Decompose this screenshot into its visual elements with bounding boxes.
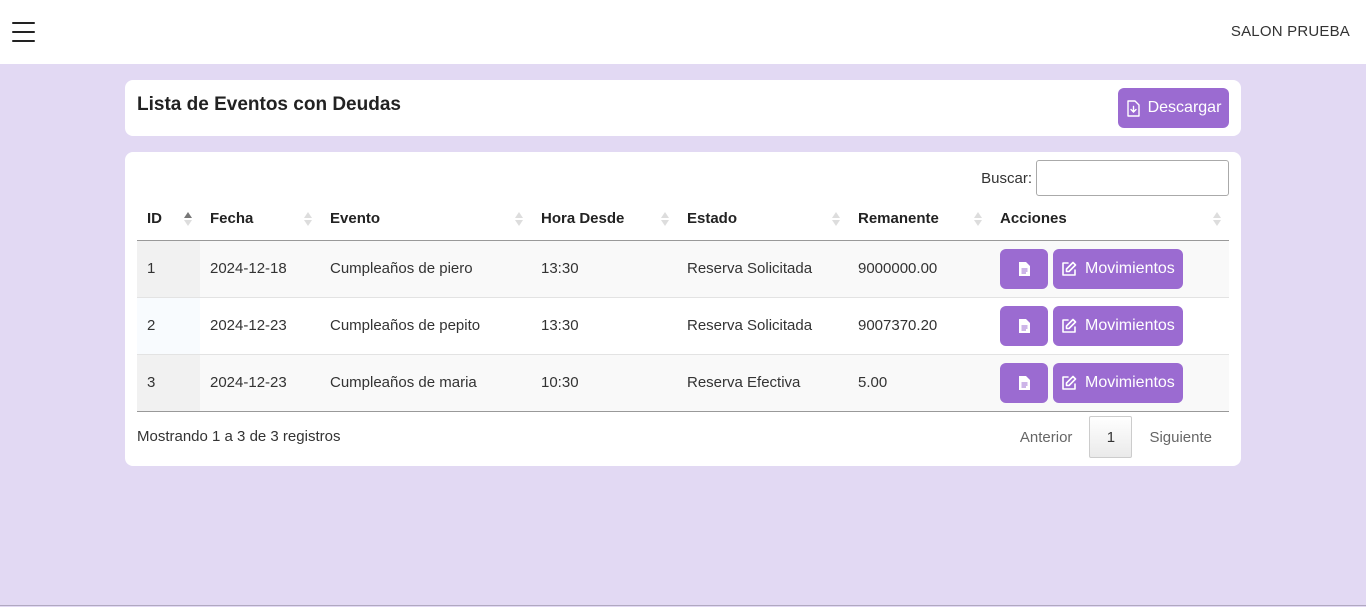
previous-page-link[interactable]: Anterior bbox=[1003, 429, 1090, 446]
movimientos-button[interactable]: Movimientos bbox=[1053, 305, 1183, 346]
cell-actions: Movimientos bbox=[990, 354, 1229, 412]
table-info: Mostrando 1 a 3 de 3 registros bbox=[137, 428, 341, 445]
file-download-icon bbox=[1126, 99, 1140, 117]
events-table: ID Fecha Evento Hora Desde Estado Remane… bbox=[137, 198, 1229, 412]
edit-icon bbox=[1062, 318, 1077, 333]
document-button[interactable] bbox=[1000, 305, 1048, 346]
movimientos-label: Movimientos bbox=[1085, 316, 1175, 334]
sort-icon bbox=[974, 212, 982, 226]
cell-estado: Reserva Solicitada bbox=[677, 240, 848, 298]
cell-estado: Reserva Efectiva bbox=[677, 354, 848, 412]
cell-remanente: 5.00 bbox=[848, 354, 990, 412]
cell-id: 2 bbox=[137, 297, 200, 355]
sort-icon bbox=[661, 212, 669, 226]
document-icon bbox=[1019, 318, 1030, 333]
cell-fecha: 2024-12-23 bbox=[200, 297, 320, 355]
cell-estado: Reserva Solicitada bbox=[677, 297, 848, 355]
top-navbar: SALON PRUEBA bbox=[0, 0, 1366, 64]
pagination: Anterior 1 Siguiente bbox=[1003, 416, 1229, 458]
column-header-remanente[interactable]: Remanente bbox=[848, 198, 990, 241]
column-header-id[interactable]: ID bbox=[137, 198, 200, 241]
sort-icon bbox=[1213, 212, 1221, 226]
cell-actions: Movimientos bbox=[990, 240, 1229, 298]
column-header-acciones[interactable]: Acciones bbox=[990, 198, 1229, 241]
bottom-divider bbox=[0, 605, 1366, 606]
title-card: Lista de Eventos con Deudas Descargar bbox=[125, 80, 1241, 136]
page-1-button[interactable]: 1 bbox=[1089, 416, 1133, 458]
download-label: Descargar bbox=[1147, 99, 1222, 116]
search-input[interactable] bbox=[1036, 160, 1229, 196]
sort-asc-icon bbox=[184, 212, 192, 226]
sort-icon bbox=[832, 212, 840, 226]
movimientos-button[interactable]: Movimientos bbox=[1053, 248, 1183, 289]
cell-fecha: 2024-12-23 bbox=[200, 354, 320, 412]
table-row: 2 2024-12-23 Cumpleaños de pepito 13:30 … bbox=[137, 297, 1229, 355]
cell-id: 3 bbox=[137, 354, 200, 412]
search-label: Buscar: bbox=[981, 169, 1032, 187]
document-button[interactable] bbox=[1000, 362, 1048, 403]
table-row: 1 2024-12-18 Cumpleaños de piero 13:30 R… bbox=[137, 240, 1229, 298]
table-card: Buscar: ID Fecha Evento Hora Desde Estad… bbox=[125, 152, 1241, 466]
movimientos-button[interactable]: Movimientos bbox=[1053, 362, 1183, 403]
cell-hora: 10:30 bbox=[531, 354, 677, 412]
cell-evento: Cumpleaños de pepito bbox=[320, 297, 531, 355]
movimientos-label: Movimientos bbox=[1085, 373, 1175, 391]
cell-hora: 13:30 bbox=[531, 240, 677, 298]
brand-name: SALON PRUEBA bbox=[1230, 23, 1350, 40]
edit-icon bbox=[1062, 261, 1077, 276]
document-icon bbox=[1019, 375, 1030, 390]
cell-evento: Cumpleaños de piero bbox=[320, 240, 531, 298]
cell-fecha: 2024-12-18 bbox=[200, 240, 320, 298]
cell-id: 1 bbox=[137, 240, 200, 298]
column-header-fecha[interactable]: Fecha bbox=[200, 198, 320, 241]
next-page-link[interactable]: Siguiente bbox=[1132, 429, 1229, 446]
cell-evento: Cumpleaños de maria bbox=[320, 354, 531, 412]
sort-icon bbox=[304, 212, 312, 226]
search-group: Buscar: bbox=[981, 160, 1229, 196]
document-button[interactable] bbox=[1000, 248, 1048, 289]
sort-icon bbox=[515, 212, 523, 226]
cell-actions: Movimientos bbox=[990, 297, 1229, 355]
page-title: Lista de Eventos con Deudas bbox=[137, 94, 401, 115]
column-header-estado[interactable]: Estado bbox=[677, 198, 848, 241]
edit-icon bbox=[1062, 375, 1077, 390]
menu-icon[interactable] bbox=[12, 22, 36, 44]
cell-remanente: 9007370.20 bbox=[848, 297, 990, 355]
download-button[interactable]: Descargar bbox=[1118, 88, 1229, 128]
table-row: 3 2024-12-23 Cumpleaños de maria 10:30 R… bbox=[137, 354, 1229, 412]
document-icon bbox=[1019, 261, 1030, 276]
cell-remanente: 9000000.00 bbox=[848, 240, 990, 298]
movimientos-label: Movimientos bbox=[1085, 259, 1175, 277]
column-header-evento[interactable]: Evento bbox=[320, 198, 531, 241]
cell-hora: 13:30 bbox=[531, 297, 677, 355]
column-header-hora[interactable]: Hora Desde bbox=[531, 198, 677, 241]
